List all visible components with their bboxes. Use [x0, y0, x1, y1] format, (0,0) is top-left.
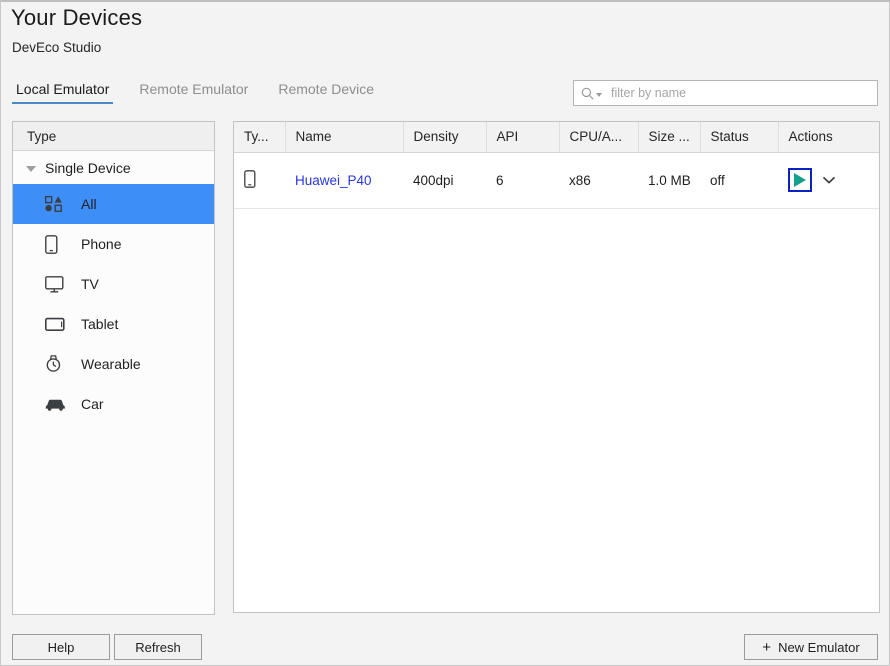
tv-icon [45, 275, 67, 293]
column-header-size[interactable]: Size ... [638, 122, 701, 153]
type-panel: Type Single Device All Phone TV Tablet W… [12, 121, 215, 615]
play-icon[interactable] [788, 168, 812, 192]
cell-status: off [700, 152, 778, 209]
column-header-name[interactable]: Name [285, 122, 404, 153]
table-row[interactable]: Huawei_P40 400dpi 6 x86 1.0 MB off [234, 152, 879, 209]
new-emulator-label: New Emulator [778, 639, 860, 655]
tab-local-emulator[interactable]: Local Emulator [12, 81, 114, 104]
tablet-icon [45, 317, 67, 332]
sidebar-item-label: Wearable [81, 356, 141, 372]
cell-device-type [234, 152, 285, 209]
play-triangle-icon [794, 173, 806, 187]
refresh-button[interactable]: Refresh [114, 634, 202, 660]
device-table-panel: Ty... Name Density API CPU/A... Size ...… [233, 121, 880, 613]
tab-remote-device[interactable]: Remote Device [274, 81, 378, 104]
sidebar-item-label: Tablet [81, 316, 119, 332]
sidebar-item-label: Phone [81, 236, 122, 252]
sidebar-item-wearable[interactable]: Wearable [13, 344, 214, 384]
type-group-label: Single Device [45, 159, 131, 176]
sidebar-item-tablet[interactable]: Tablet [13, 304, 214, 344]
search-icon [581, 87, 594, 100]
sidebar-item-phone[interactable]: Phone [13, 224, 214, 264]
type-group-single-device[interactable]: Single Device [13, 151, 214, 184]
devices-window: Your Devices DevEco Studio Local Emulato… [0, 0, 890, 666]
device-name-link[interactable]: Huawei_P40 [295, 173, 372, 188]
help-button[interactable]: Help [12, 634, 110, 660]
phone-icon [45, 234, 67, 254]
cell-device-name[interactable]: Huawei_P40 [285, 152, 403, 209]
chevron-down-icon[interactable] [822, 175, 836, 185]
plus-icon: + [762, 638, 772, 656]
device-table: Ty... Name Density API CPU/A... Size ...… [234, 122, 879, 209]
sidebar-item-label: TV [81, 276, 99, 292]
column-header-actions[interactable]: Actions [778, 122, 879, 153]
cell-density: 400dpi [403, 152, 486, 209]
actions-group [788, 168, 878, 192]
tab-bar: Local Emulator Remote Emulator Remote De… [12, 81, 378, 104]
column-header-type[interactable]: Ty... [234, 122, 286, 153]
tab-remote-emulator[interactable]: Remote Emulator [135, 81, 252, 104]
type-panel-header: Type [13, 122, 214, 151]
grid-shapes-icon [45, 196, 67, 212]
sidebar-item-car[interactable]: Car [13, 384, 214, 424]
sidebar-item-all[interactable]: All [13, 184, 214, 224]
watch-icon [45, 354, 67, 374]
search-dropdown-caret-icon[interactable] [596, 93, 602, 97]
cell-actions [778, 152, 879, 209]
new-emulator-button[interactable]: + New Emulator [744, 634, 878, 660]
column-header-cpu[interactable]: CPU/A... [559, 122, 639, 153]
column-header-status[interactable]: Status [700, 122, 779, 153]
table-header-row: Ty... Name Density API CPU/A... Size ...… [234, 122, 879, 153]
page-subtitle: DevEco Studio [12, 40, 102, 55]
column-header-density[interactable]: Density [403, 122, 487, 153]
column-header-api[interactable]: API [486, 122, 560, 153]
phone-icon [244, 169, 256, 191]
sidebar-item-tv[interactable]: TV [13, 264, 214, 304]
car-icon [45, 398, 67, 411]
chevron-down-icon[interactable] [26, 165, 36, 172]
cell-api: 6 [486, 152, 559, 209]
cell-size: 1.0 MB [638, 152, 700, 209]
search-placeholder: filter by name [611, 86, 687, 100]
cell-cpu: x86 [559, 152, 638, 209]
sidebar-item-label: Car [81, 396, 104, 412]
search-input[interactable]: filter by name [573, 80, 878, 106]
page-title: Your Devices [11, 5, 143, 30]
sidebar-item-label: All [81, 196, 97, 212]
